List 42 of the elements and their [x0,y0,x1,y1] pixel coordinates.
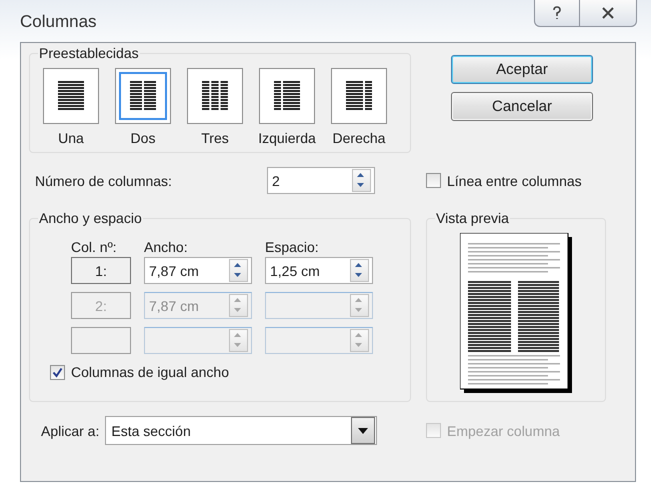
close-button[interactable] [579,0,637,27]
group-title: Ancho y espacio [38,210,143,226]
preset-option[interactable] [187,68,243,124]
checkbox-label: Línea entre columnas [447,172,582,188]
column-layout-icon [58,81,84,111]
preset-label: Izquierda [258,130,316,146]
spacing-field[interactable]: 1,25 cm [265,257,373,284]
checkbox-label: Empezar columna [447,422,560,438]
column-header: Ancho: [144,239,189,255]
width-field[interactable]: 7,87 cm [144,257,252,284]
help-icon [552,6,562,20]
preset-label: Dos [130,130,156,146]
columns-number-field[interactable]: 2 [267,167,375,194]
preset-label: Derecha [332,130,386,146]
dialog-button[interactable]: Aceptar [451,55,593,84]
dialog-button[interactable]: Cancelar [451,92,593,121]
column-layout-icon [274,81,300,111]
preset-option[interactable] [115,68,171,124]
column-header: Espacio: [265,239,320,255]
column-layout-icon [346,81,372,111]
apply-to-dropdown[interactable]: Esta sección [105,416,378,445]
close-icon [601,7,615,19]
checkbox[interactable] [426,173,441,188]
preset-label: Tres [201,130,229,146]
field-label: Aplicar a: [41,422,100,438]
window-title: Columnas [20,12,97,32]
field-label: Número de columnas: [35,172,173,188]
column-layout-icon [202,81,228,111]
preset-option[interactable] [259,68,315,124]
preset-option[interactable] [43,68,99,124]
column-number: 2: [71,292,131,319]
checkbox[interactable] [50,364,65,380]
preset-label: Una [58,130,84,146]
column-layout-icon [130,81,156,111]
group-title: Preestablecidas [38,45,140,61]
dropdown-arrow-icon [358,428,368,434]
column-number: 1: [71,257,131,284]
group-title: Vista previa [435,210,510,226]
dropdown-value: Esta sección [111,422,191,438]
preset-option[interactable] [331,68,387,124]
checkbox-label: Columnas de igual ancho [71,364,229,380]
column-header: Col. nº: [71,239,118,255]
